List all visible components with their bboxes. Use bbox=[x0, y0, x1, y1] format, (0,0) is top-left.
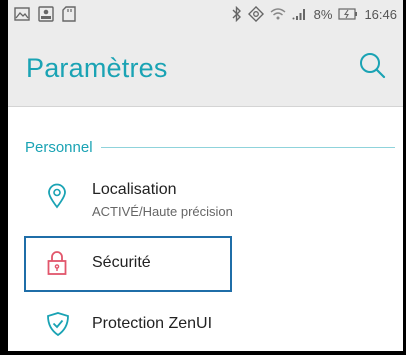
sync-icon bbox=[247, 6, 264, 22]
battery-percent: 8% bbox=[313, 6, 333, 22]
page-title: Paramètres bbox=[26, 53, 168, 83]
selection-highlight bbox=[24, 236, 232, 292]
list-item-localisation[interactable]: Localisation ACTIVÉ/Haute précision bbox=[8, 169, 403, 229]
item-title: Protection ZenUI bbox=[92, 315, 213, 332]
image-icon bbox=[14, 7, 30, 21]
section-header: Personnel bbox=[25, 137, 395, 157]
settings-list: Personnel Localisation ACTIVÉ/Haute préc… bbox=[8, 107, 403, 352]
list-item-protection-zenui[interactable]: Protection ZenUI bbox=[8, 299, 403, 351]
location-pin-icon bbox=[46, 183, 68, 214]
item-subtitle: ACTIVÉ/Haute précision bbox=[92, 204, 233, 219]
bluetooth-icon bbox=[232, 6, 242, 22]
section-label: Personnel bbox=[25, 138, 93, 156]
shield-check-icon bbox=[46, 311, 70, 342]
rec-icon bbox=[38, 6, 54, 22]
settings-screen: 8% 16:46 Paramètres Personnel Localisati… bbox=[0, 0, 406, 355]
status-bar: 8% 16:46 bbox=[8, 0, 403, 33]
clock: 16:46 bbox=[364, 6, 397, 22]
wifi-icon bbox=[270, 7, 286, 21]
screen-bezel bbox=[0, 0, 8, 355]
battery-icon bbox=[338, 8, 358, 20]
sd-card-icon bbox=[62, 6, 76, 22]
screen-bezel bbox=[0, 351, 406, 355]
search-button[interactable] bbox=[357, 51, 387, 81]
app-bar: Paramètres bbox=[8, 33, 403, 107]
section-divider bbox=[100, 146, 395, 148]
signal-icon bbox=[292, 8, 308, 20]
search-icon bbox=[357, 53, 387, 85]
item-title: Localisation bbox=[92, 181, 177, 198]
